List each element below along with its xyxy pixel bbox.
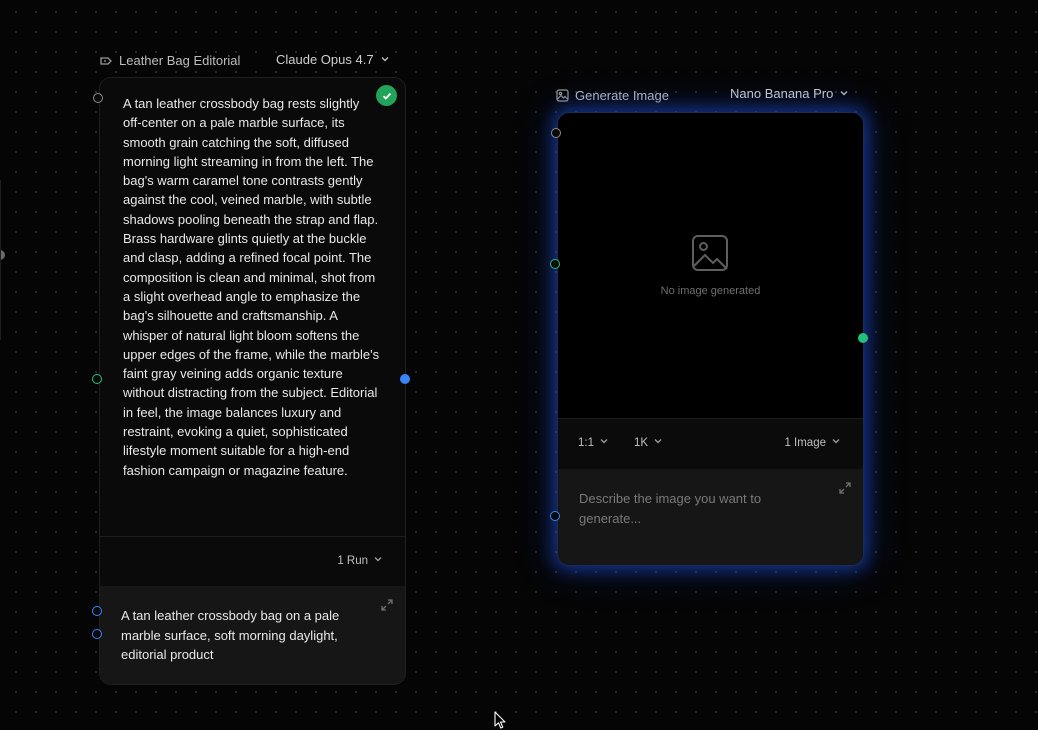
image-count-label: 1 Image (784, 436, 826, 449)
text-node-prompt-text[interactable]: A tan leather crossbody bag on a pale ma… (121, 606, 341, 665)
text-node-prompt-port-2[interactable] (92, 629, 102, 639)
text-node-input-port-top[interactable] (93, 93, 103, 103)
text-node-input-port-mid[interactable] (92, 374, 102, 384)
text-node-title: Leather Bag Editorial (119, 53, 241, 68)
image-node-title: Generate Image (575, 88, 669, 103)
image-node-input-port-mid[interactable] (550, 259, 560, 269)
no-image-text: No image generated (660, 285, 761, 297)
image-node-prompt-port[interactable] (550, 511, 560, 521)
chevron-down-icon (839, 86, 849, 101)
image-preview-area: No image generated (558, 113, 863, 419)
check-icon (376, 85, 397, 106)
text-node-output-text: A tan leather crossbody bag rests slight… (123, 96, 380, 478)
image-node-model-label: Nano Banana Pro (730, 86, 834, 101)
image-count-select[interactable]: 1 Image (784, 436, 841, 449)
image-prompt-input[interactable]: Describe the image you want to generate.… (579, 489, 799, 528)
text-node-run-bar: 1 Run (100, 537, 405, 586)
runs-select[interactable]: 1 Run (337, 554, 383, 567)
image-node-card[interactable]: No image generated 1:1 1K 1 Image Descri… (557, 112, 864, 566)
image-prompt-area[interactable]: Describe the image you want to generate.… (558, 469, 863, 565)
text-node-card[interactable]: A tan leather crossbody bag rests slight… (99, 77, 406, 685)
chevron-down-icon (831, 436, 841, 449)
chevron-down-icon (373, 554, 383, 567)
canvas-edge-line (0, 180, 1, 340)
image-node-icon (556, 89, 569, 102)
resolution-select[interactable]: 1K (634, 436, 663, 449)
chevron-down-icon (599, 436, 609, 449)
aspect-ratio-label: 1:1 (578, 436, 594, 449)
chevron-down-icon (380, 52, 390, 67)
text-node-prompt-port-1[interactable] (92, 606, 102, 616)
cursor-icon (494, 711, 506, 730)
text-node-output-port[interactable] (400, 374, 410, 384)
text-node-icon (99, 54, 113, 68)
text-node-model-select[interactable]: Claude Opus 4.7 (276, 52, 390, 67)
image-node-output-port[interactable] (858, 333, 868, 343)
expand-icon[interactable] (381, 598, 393, 616)
image-placeholder-icon (691, 234, 729, 277)
runs-label: 1 Run (337, 554, 368, 567)
text-node-model-label: Claude Opus 4.7 (276, 52, 374, 67)
text-node-label[interactable]: Leather Bag Editorial (99, 53, 240, 68)
image-node-label[interactable]: Generate Image (556, 88, 669, 103)
resolution-label: 1K (634, 436, 649, 449)
image-node-input-port-top[interactable] (551, 128, 561, 138)
image-node-model-select[interactable]: Nano Banana Pro (730, 86, 849, 101)
expand-icon[interactable] (839, 481, 851, 499)
text-node-output: A tan leather crossbody bag rests slight… (100, 78, 405, 537)
text-node-prompt-area[interactable]: A tan leather crossbody bag on a pale ma… (100, 586, 405, 684)
chevron-down-icon (653, 436, 663, 449)
aspect-ratio-select[interactable]: 1:1 (578, 436, 609, 449)
image-settings-bar: 1:1 1K 1 Image (558, 419, 863, 469)
